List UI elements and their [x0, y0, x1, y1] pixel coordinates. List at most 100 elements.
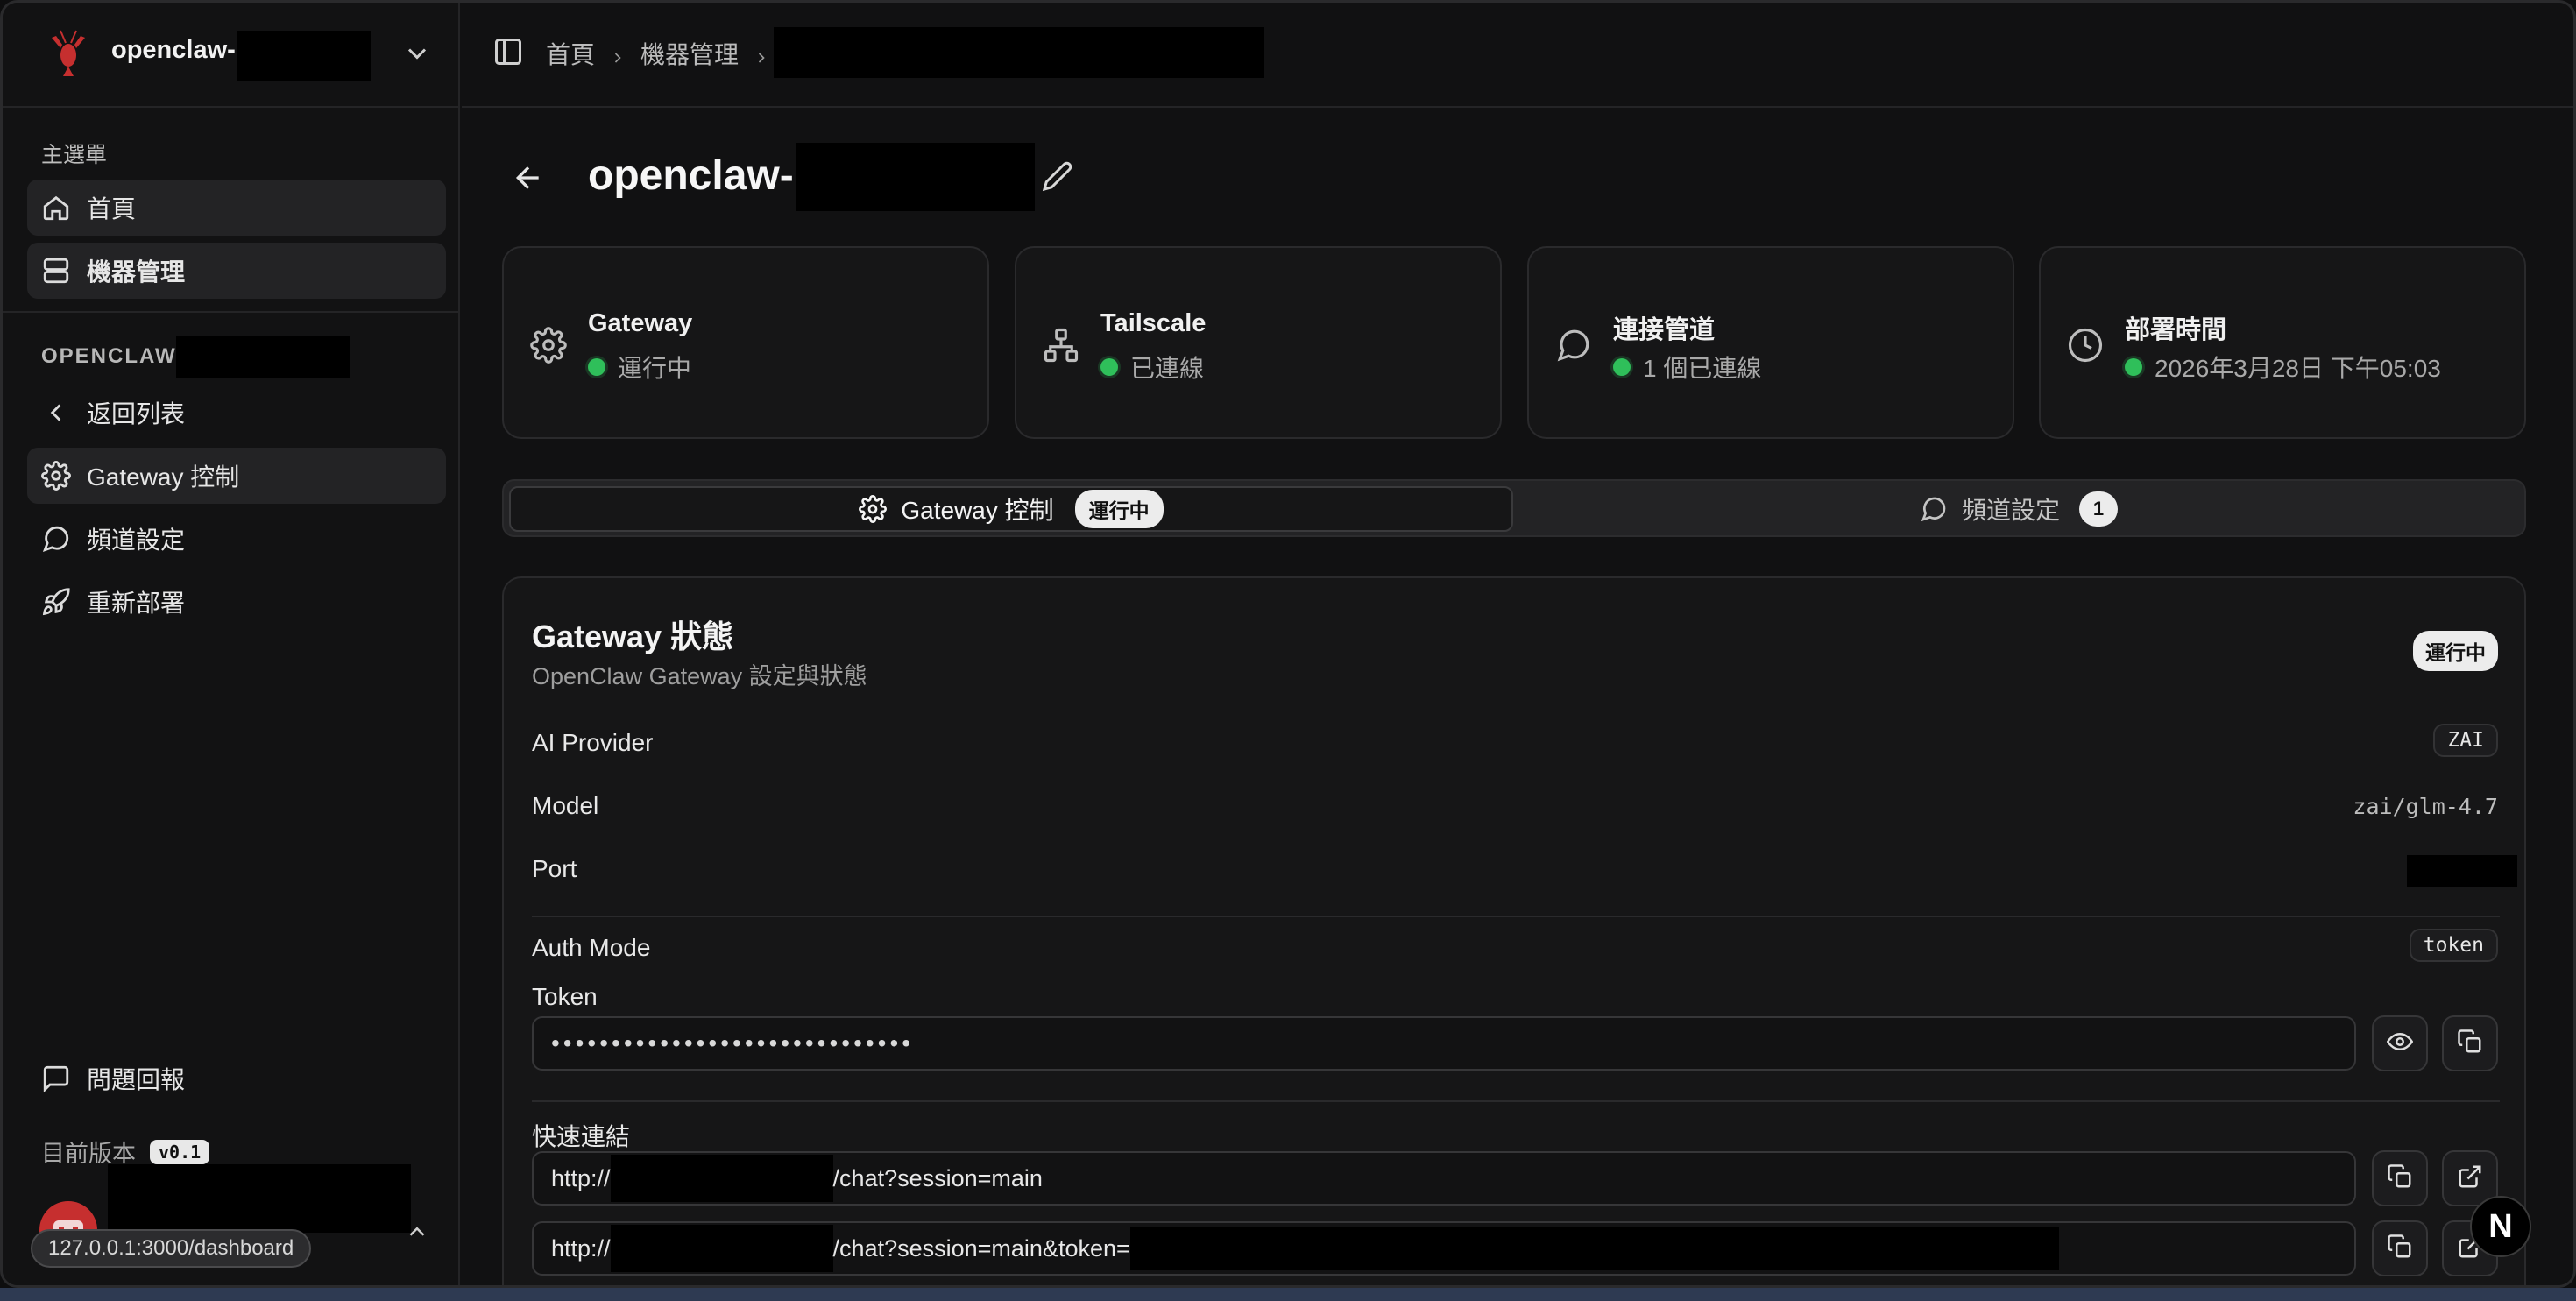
copy-token-button[interactable] [2442, 1015, 2498, 1071]
status-badge: 運行中 [1074, 490, 1164, 528]
status-bar-url: 127.0.0.1:3000/dashboard [31, 1229, 312, 1268]
desktop-background [0, 1288, 2576, 1301]
copy-link-button[interactable] [2372, 1220, 2428, 1276]
sidebar-item-machines[interactable]: 機器管理 [27, 243, 446, 299]
sidebar-item-feedback[interactable]: 問題回報 [27, 1050, 446, 1107]
sidebar-item-home[interactable]: 首頁 [27, 180, 446, 236]
network-icon [1043, 327, 1079, 364]
copy-link-button[interactable] [2372, 1150, 2428, 1206]
chevron-left-icon [41, 398, 71, 428]
token-field[interactable]: •••••••••••••••••••••••••••••• [532, 1016, 2356, 1071]
card-title: 部署時間 [2125, 316, 2227, 344]
sidebar-item-label: 重新部署 [87, 590, 186, 617]
app-name: openclaw- [111, 36, 236, 64]
redacted-block [176, 336, 350, 378]
gear-icon [530, 327, 567, 364]
tab-bar: Gateway 控制 運行中 頻道設定 1 [502, 479, 2526, 537]
quick-link-2[interactable]: http:// /chat?session=main&token= [532, 1221, 2356, 1276]
copy-icon [2387, 1234, 2413, 1264]
panel-title: Gateway 狀態 [532, 619, 734, 654]
redacted-block [2407, 855, 2517, 887]
chevron-right-icon [609, 45, 626, 63]
sidebar-item-label: Gateway 控制 [87, 463, 240, 491]
breadcrumb: 首頁 機器管理 [546, 36, 784, 71]
main-menu-label: 主選單 [41, 143, 108, 167]
message-circle-icon [1920, 495, 1948, 523]
redacted-block [1129, 1227, 2059, 1270]
status-dot [1100, 358, 1118, 376]
card-title: Gateway [588, 309, 693, 337]
status-card-tailscale: Tailscale 已連線 [1015, 246, 1502, 439]
sidebar-item-label: 問題回報 [87, 1066, 186, 1093]
sidebar-item-channel-settings[interactable]: 頻道設定 [27, 511, 446, 567]
model-label: Model [532, 792, 599, 819]
gear-icon [41, 461, 71, 491]
chevron-down-icon[interactable] [401, 38, 433, 69]
sidebar-toggle-icon[interactable] [492, 36, 524, 67]
external-link-icon [2457, 1163, 2483, 1194]
status-text: 已連線 [1130, 355, 1205, 382]
pencil-icon[interactable] [1042, 160, 1073, 192]
tab-label: 頻道設定 [1961, 497, 2060, 524]
gear-icon [859, 495, 888, 523]
card-status: 1 個已連線 [1613, 350, 1761, 385]
status-card-deploy-time: 部署時間 2026年3月28日 下午05:03 [2039, 246, 2526, 439]
server-icon [41, 256, 71, 286]
divider [532, 1100, 2500, 1102]
status-badge: 運行中 [2413, 631, 2498, 671]
sidebar-item-label: 頻道設定 [87, 527, 186, 554]
redacted-block [610, 1155, 833, 1202]
page-title: openclaw- [588, 152, 794, 199]
quick-link-1[interactable]: http:// /chat?session=main [532, 1151, 2356, 1206]
app-window: openclaw- 主選單 首頁 機器管理 OPENCLAW- 返回列表 Gat… [0, 0, 2576, 1288]
app-switcher[interactable]: openclaw- [3, 3, 458, 108]
chevron-up-icon[interactable] [404, 1219, 430, 1245]
sidebar-item-label: 返回列表 [87, 400, 186, 428]
divider [532, 916, 2500, 917]
card-title: Tailscale [1100, 309, 1207, 337]
show-token-button[interactable] [2372, 1015, 2428, 1071]
machine-section-label: OPENCLAW- [41, 344, 186, 368]
status-dot [2125, 358, 2142, 376]
link-prefix: http:// [551, 1234, 611, 1262]
status-text: 2026年3月28日 下午05:03 [2155, 355, 2441, 382]
version-badge: v0.1 [150, 1139, 210, 1164]
card-status: 2026年3月28日 下午05:03 [2125, 350, 2441, 385]
message-circle-icon [41, 524, 71, 554]
ai-provider-label: AI Provider [532, 729, 654, 756]
status-card-channels: 連接管道 1 個已連線 [1527, 246, 2014, 439]
breadcrumb-machines[interactable]: 機器管理 [640, 36, 739, 71]
home-icon [41, 193, 71, 223]
sidebar-item-gateway-control[interactable]: Gateway 控制 [27, 448, 446, 504]
panel-subtitle: OpenClaw Gateway 設定與狀態 [532, 663, 867, 689]
card-status: 運行中 [588, 350, 691, 385]
nextjs-dev-indicator[interactable]: N [2470, 1196, 2531, 1257]
redacted-block [796, 143, 1035, 211]
divider [3, 311, 458, 313]
card-title: 連接管道 [1613, 316, 1716, 344]
chevron-right-icon [753, 45, 770, 63]
card-status: 已連線 [1100, 350, 1204, 385]
auth-mode-value: token [2409, 929, 2498, 962]
breadcrumb-home[interactable]: 首頁 [546, 36, 595, 71]
sidebar-item-redeploy[interactable]: 重新部署 [27, 574, 446, 630]
top-bar: 首頁 機器管理 [462, 3, 2573, 108]
status-text: 運行中 [618, 355, 692, 382]
tab-gateway-control[interactable]: Gateway 控制 運行中 [509, 486, 1513, 532]
sidebar: openclaw- 主選單 首頁 機器管理 OPENCLAW- 返回列表 Gat… [3, 3, 460, 1285]
tab-label: Gateway 控制 [901, 497, 1054, 524]
count-badge: 1 [2079, 491, 2118, 527]
status-card-gateway: Gateway 運行中 [502, 246, 989, 439]
redacted-block [610, 1225, 833, 1272]
sidebar-item-back-to-list[interactable]: 返回列表 [27, 385, 446, 441]
back-arrow-icon[interactable] [511, 160, 546, 195]
link-suffix: /chat?session=main [832, 1164, 1043, 1191]
status-dot [1613, 358, 1631, 376]
redacted-block [774, 27, 1264, 78]
token-label: Token [532, 983, 598, 1010]
eye-icon [2386, 1029, 2414, 1059]
redacted-block [237, 31, 371, 81]
tab-channel-settings[interactable]: 頻道設定 1 [1517, 486, 2521, 532]
status-dot [588, 358, 605, 376]
clock-icon [2067, 327, 2104, 364]
